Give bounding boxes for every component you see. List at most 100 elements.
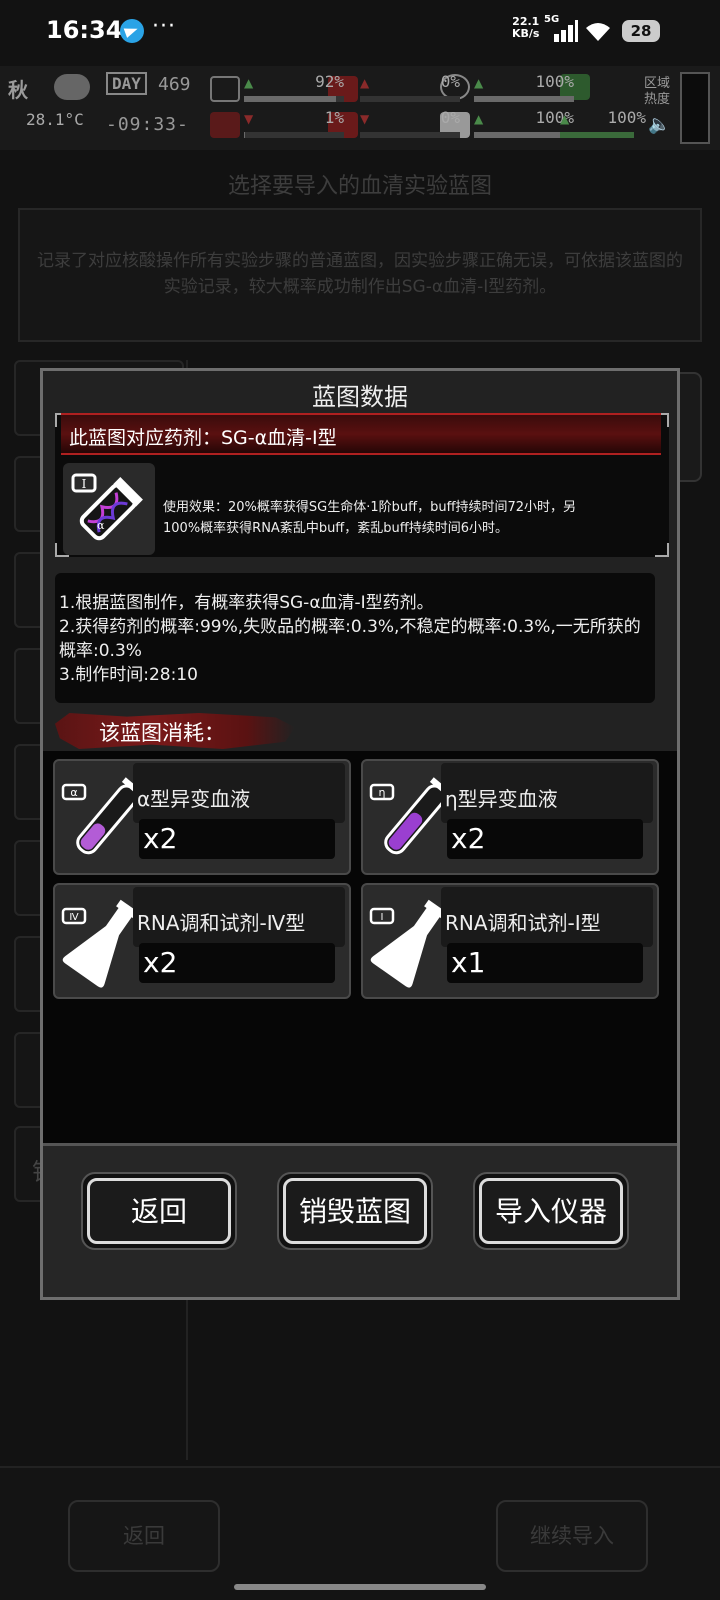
material-name: RNA调和试剂-Ⅰ型: [445, 911, 601, 935]
speed-unit: KB/s: [512, 27, 540, 40]
stat-value: 92%: [315, 72, 344, 91]
blueprint-description: 记录了对应核酸操作所有实验步骤的普通蓝图，因实验步骤正确无误，可依据该蓝图的实验…: [18, 208, 702, 342]
clock-time: 16:34: [46, 16, 123, 44]
stat-arrow: ▲: [360, 76, 370, 90]
stat-arrow: ▲: [474, 112, 484, 126]
material-name-box: η型异变血液: [441, 763, 653, 823]
stat-value: 0%: [440, 108, 460, 127]
import-instrument-button[interactable]: 导入仪器: [473, 1172, 629, 1250]
day-label: DAY: [106, 72, 147, 95]
signal-icon: [550, 20, 578, 42]
hud-stat-armor: ▲ 100%: [474, 72, 578, 104]
stat-arrow: ▲: [474, 76, 484, 90]
heat-meter: [680, 72, 710, 144]
dialog-title: 蓝图数据: [312, 383, 408, 411]
material-name-box: RNA调和试剂-Ⅰ型: [441, 887, 653, 947]
bottom-bar: 返回 继续导入: [0, 1466, 720, 1600]
material-slot[interactable]: Ⅰ RNA调和试剂-Ⅰ型 x1: [361, 883, 659, 999]
stat-value: 100%: [535, 72, 574, 91]
material-slot[interactable]: Ⅳ RNA调和试剂-Ⅳ型 x2: [53, 883, 351, 999]
note-line: 1.根据蓝图制作，有概率获得SG-α血清-Ⅰ型药剂。: [59, 593, 434, 613]
blueprint-name: 此蓝图对应药剂：SG-α血清-Ⅰ型: [69, 427, 337, 449]
liquid-fill: [370, 906, 441, 988]
materials-grid: α α型异变血液 x2 η η型异变血液 x2 Ⅳ RNA调和试剂-Ⅳ型 x2 …: [43, 751, 677, 1143]
material-slot[interactable]: η η型异变血液 x2: [361, 759, 659, 875]
recipe-notes: 1.根据蓝图制作，有概率获得SG-α血清-Ⅰ型药剂。 2.获得药剂的概率:99%…: [55, 573, 655, 703]
stat-bar-fill: [560, 132, 634, 138]
brain-icon: [210, 112, 240, 138]
stat-bar-fill: [474, 96, 574, 102]
more-notifications-icon: ···: [152, 14, 176, 39]
consume-header: 该蓝图消耗：: [55, 709, 325, 753]
material-badge: α: [70, 786, 77, 799]
game-clock: -09:33-: [106, 114, 189, 135]
back-button[interactable]: 返回: [81, 1172, 237, 1250]
cloudy-weather-icon: [54, 74, 90, 100]
telegram-icon: [120, 19, 144, 43]
material-qty: x2: [139, 943, 335, 983]
eta-blood-tube-icon: η: [369, 777, 441, 855]
destroy-button-label: 销毁蓝图: [283, 1178, 427, 1244]
battery-icon: 28: [622, 20, 660, 42]
continue-import-button[interactable]: 继续导入: [496, 1500, 648, 1572]
material-qty: x2: [447, 819, 643, 859]
stat-bar: [244, 132, 344, 138]
speaker-icon[interactable]: 🔈: [648, 114, 670, 135]
status-bar: 16:34 ··· 22.1 KB/s 5G 28: [0, 0, 720, 66]
stat-bar: [360, 96, 460, 102]
material-badge: Ⅳ: [69, 912, 79, 923]
material-qty: x2: [139, 819, 335, 859]
material-name: α型异变血液: [137, 787, 251, 811]
effect-text: 使用效果：20%概率获得SG生命体·1阶buff，buff持续时间72小时，另 …: [163, 497, 651, 539]
hud-stat-health: ▲ 92%: [244, 72, 348, 104]
rna-reagent-flask-icon: Ⅳ: [61, 899, 133, 988]
material-qty: x1: [447, 943, 643, 983]
season-label: 秋: [8, 78, 28, 102]
stat-arrow: ▲: [560, 112, 570, 126]
note-line: 2.获得药剂的概率:99%,失败品的概率:0.3%,不稳定的概率:0.3%,一无…: [59, 617, 641, 661]
stat-value: 100%: [607, 108, 646, 127]
material-slot[interactable]: α α型异变血液 x2: [53, 759, 351, 875]
consume-label: 该蓝图消耗：: [99, 721, 225, 745]
destroy-blueprint-button[interactable]: 销毁蓝图: [277, 1172, 433, 1250]
stat-bar: [474, 96, 574, 102]
page-title: 选择要导入的血清实验蓝图: [227, 174, 492, 199]
import-button-label: 导入仪器: [479, 1178, 623, 1244]
note-line: 3.制作时间:28:10: [59, 665, 198, 685]
bg-back-button[interactable]: 返回: [68, 1500, 220, 1572]
material-name: η型异变血液: [445, 787, 558, 811]
hud-stat-hunger: ▲ 0%: [360, 72, 464, 104]
stat-arrow: ▲: [244, 76, 254, 90]
serum-vial-icon: I α: [63, 463, 155, 555]
stat-bar-fill: [474, 132, 574, 138]
game-hud: 秋 28.1°C DAY 469 -09:33- ▲ 92% ▲ 0% ▲ 10…: [0, 66, 720, 150]
stat-arrow: ▼: [360, 112, 370, 126]
hud-stat-stamina: ▲ 100%: [560, 108, 650, 140]
medkit-icon: [210, 76, 240, 102]
area-heat-label: 区域 热度: [644, 76, 671, 107]
dialog-footer: 返回 销毁蓝图 导入仪器: [43, 1143, 677, 1297]
material-name: RNA调和试剂-Ⅳ型: [137, 911, 306, 935]
stat-value: 0%: [440, 72, 460, 91]
hud-stat-sanity: ▼ 1%: [244, 108, 348, 140]
temperature: 28.1°C: [26, 110, 84, 129]
stat-bar: [560, 132, 634, 138]
network-speed: 22.1 KB/s: [512, 16, 539, 40]
blueprint-header: 此蓝图对应药剂：SG-α血清-Ⅰ型: [61, 413, 661, 455]
svg-text:I: I: [82, 477, 87, 491]
day-number: 469: [158, 74, 191, 95]
effect-line: 100%概率获得RNA紊乱中buff，紊乱buff持续时间6小时。: [163, 521, 508, 536]
material-name-box: α型异变血液: [133, 763, 345, 823]
home-indicator[interactable]: [234, 1584, 486, 1590]
back-button-label: 返回: [87, 1178, 231, 1244]
stat-bar-fill: [244, 96, 336, 102]
corner-bracket: [655, 543, 669, 557]
material-badge: η: [379, 786, 386, 799]
stat-value: 1%: [324, 108, 344, 127]
stat-bar-fill: [244, 132, 245, 138]
blueprint-card: 此蓝图对应药剂：SG-α血清-Ⅰ型 I α 使用效果：20%概率获得SG生命体·…: [55, 413, 669, 557]
blueprint-dialog: 蓝图数据 此蓝图对应药剂：SG-α血清-Ⅰ型 I α 使用效果：20%概率获得S…: [40, 368, 680, 1300]
stat-bar: [474, 132, 574, 138]
stat-arrow: ▼: [244, 112, 254, 126]
hud-stat-blood: ▼ 0%: [360, 108, 464, 140]
